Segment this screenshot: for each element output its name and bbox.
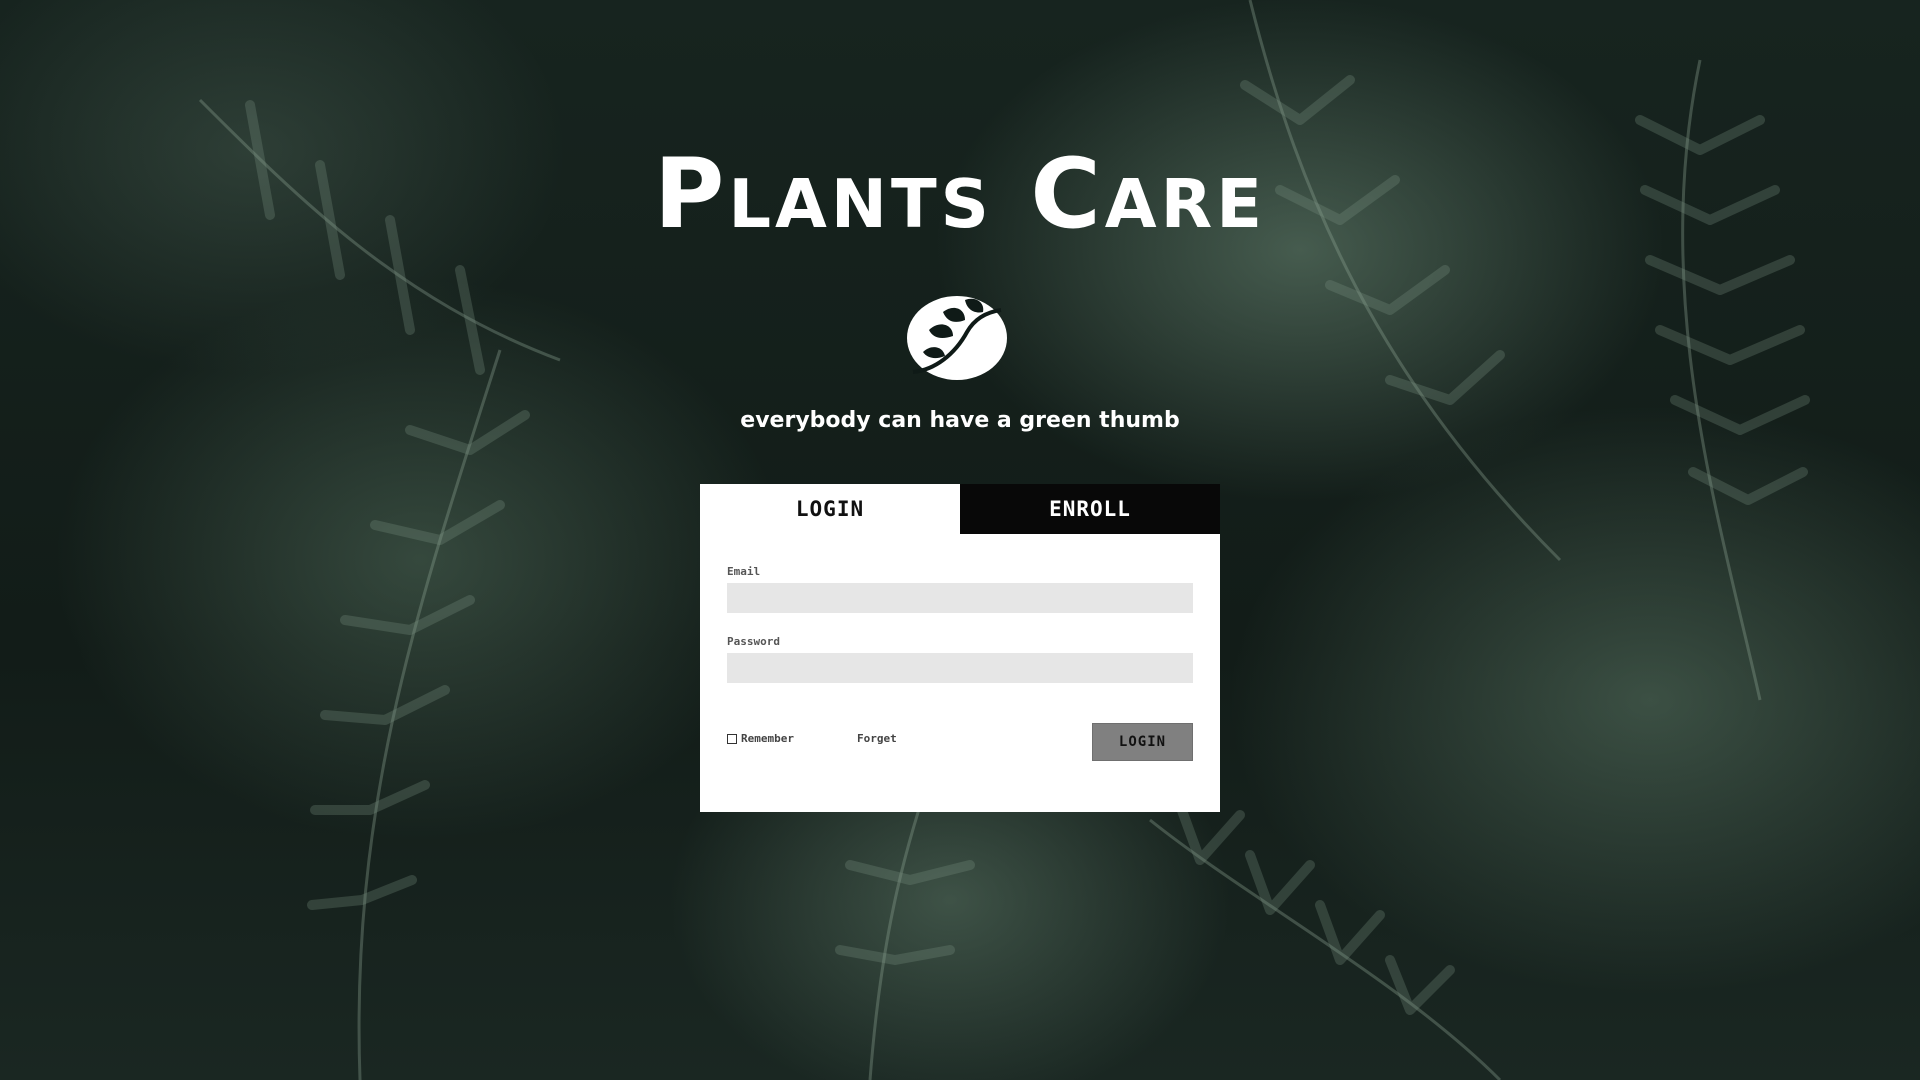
email-label: Email [727,565,761,578]
remember-option[interactable]: Remember [727,732,794,745]
forget-link[interactable]: Forget [857,732,897,745]
auth-panel: LOGIN ENROLL Email Password Remember For… [700,484,1220,812]
auth-tabs: LOGIN ENROLL [700,484,1220,534]
email-field[interactable] [727,583,1193,613]
tab-login[interactable]: LOGIN [700,484,960,534]
remember-checkbox[interactable] [727,733,737,744]
password-field[interactable] [727,653,1193,683]
leaf-icon [907,296,1007,380]
tab-enroll[interactable]: ENROLL [960,484,1220,534]
app-title: Plants Care [653,138,1267,250]
password-label: Password [727,635,780,648]
tagline: everybody can have a green thumb [740,408,1180,433]
login-button[interactable]: LOGIN [1092,723,1193,761]
login-form: Email Password Remember Forget LOGIN [700,534,1220,812]
remember-label: Remember [741,732,794,745]
